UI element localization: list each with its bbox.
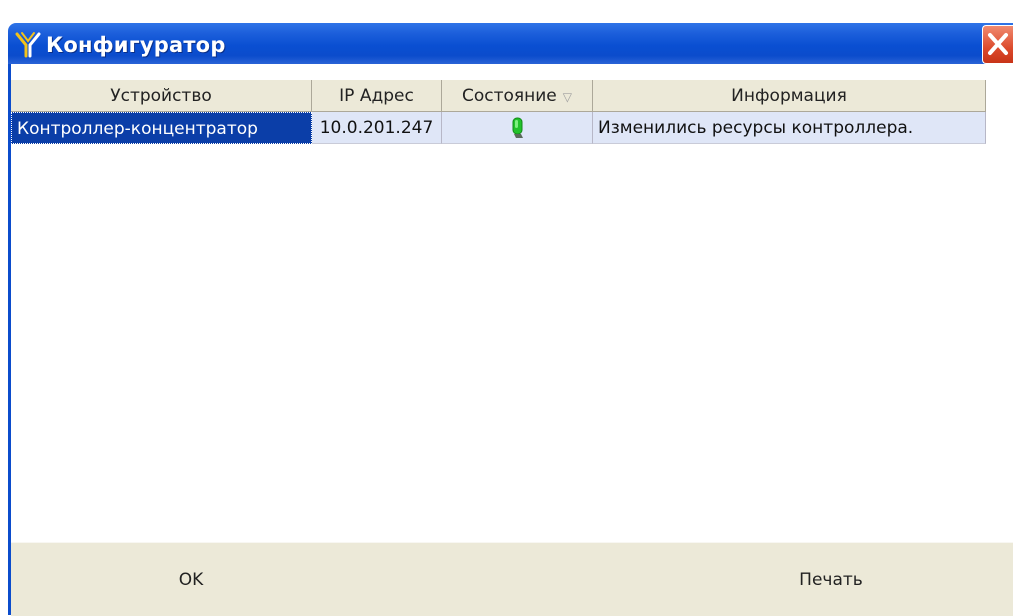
green-status-indicator-icon xyxy=(510,116,526,143)
cell-ip-text: 10.0.201.247 xyxy=(319,118,434,138)
column-header-device[interactable]: Устройство xyxy=(11,80,312,112)
cell-device-text: Контроллер-концентратор xyxy=(17,119,258,139)
grid-header: Устройство IP Адрес Состояние ▽ Информаци… xyxy=(11,80,986,112)
cell-info-text: Изменились ресурсы контроллера. xyxy=(598,118,914,138)
grid-body[interactable] xyxy=(11,112,986,542)
configurator-app-icon xyxy=(14,30,42,58)
cell-status[interactable] xyxy=(442,112,593,144)
column-header-info[interactable]: Информация xyxy=(593,80,986,112)
column-header-ip-label: IP Адрес xyxy=(339,86,414,106)
ok-button[interactable]: OK xyxy=(11,543,371,616)
sort-descending-icon: ▽ xyxy=(562,90,572,104)
cell-ip[interactable]: 10.0.201.247 xyxy=(312,112,442,144)
configurator-window: Конфигуратор Устройство IP Адрес Состоян… xyxy=(0,0,1013,616)
close-button[interactable] xyxy=(982,25,1013,64)
column-header-status[interactable]: Состояние ▽ xyxy=(442,80,593,112)
column-header-device-label: Устройство xyxy=(110,86,212,106)
button-panel: OK Печать xyxy=(11,542,1013,616)
print-button[interactable]: Печать xyxy=(651,543,1011,616)
cell-device[interactable]: Контроллер-концентратор xyxy=(11,112,312,144)
column-header-status-label: Состояние xyxy=(461,86,557,106)
window-title: Конфигуратор xyxy=(46,33,226,57)
window-client-area: Устройство IP Адрес Состояние ▽ Информаци… xyxy=(11,64,1013,616)
column-header-info-label: Информация xyxy=(731,86,847,106)
table-row[interactable]: Контроллер-концентратор 10.0.201.247 Изм… xyxy=(11,112,986,144)
column-header-ip[interactable]: IP Адрес xyxy=(312,80,442,112)
cell-info[interactable]: Изменились ресурсы контроллера. xyxy=(593,112,986,144)
